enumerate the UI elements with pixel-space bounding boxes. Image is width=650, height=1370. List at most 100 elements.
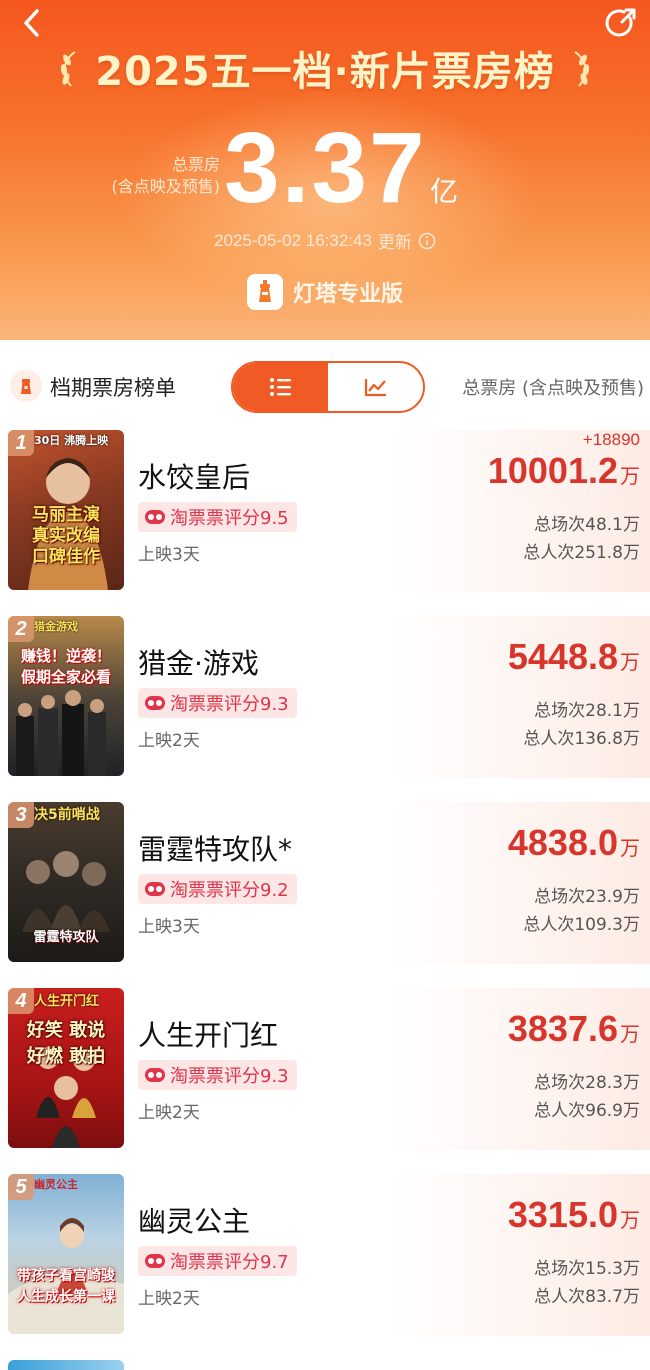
release-days: 上映3天	[138, 917, 200, 937]
movie-poster[interactable]: 猎金游戏 赚钱！逆袭！ 假期全家必看 2	[8, 616, 124, 776]
release-days: 上映2天	[138, 1103, 200, 1123]
poster-top-text: 幽灵公主	[34, 1178, 78, 1191]
total-label-line1: 总票房	[171, 155, 220, 174]
rating-text: 淘票票评分9.5	[170, 508, 289, 529]
poster-top-text: 决5前哨战	[34, 807, 100, 823]
back-button[interactable]	[14, 6, 48, 40]
movie-title[interactable]: 幽灵公主	[138, 1200, 250, 1240]
taopiaopiao-logo-icon	[145, 510, 165, 524]
gross-box-office: 4838.0 万	[508, 822, 640, 864]
rating-text: 淘票票评分9.3	[170, 1066, 289, 1087]
lighthouse-logo-icon	[246, 274, 283, 310]
movie-row[interactable]: 30日 沸腾上映 马丽主演 真实改编 口碑佳作 1 水饺皇后 淘票票评分9.5 …	[0, 430, 650, 616]
poster-tagline: 好笑 敢说 好燃 敢拍	[26, 1020, 106, 1067]
laurel-right-icon	[574, 51, 589, 87]
taopiaopiao-logo-icon	[145, 696, 165, 710]
movie-row[interactable]: 决5前哨战 雷霆特攻队 3 雷霆特攻队* 淘票票评分9.2 上映3天 4838.…	[0, 802, 650, 988]
rank-badge: 2	[8, 616, 34, 642]
rank-badge: 3	[8, 802, 34, 828]
movie-title[interactable]: 猎金·游戏	[138, 642, 259, 682]
gross-value: 4838.0	[507, 822, 618, 863]
taopiaopiao-logo-icon	[145, 1254, 165, 1268]
gross-value: 3315.0	[507, 1194, 618, 1235]
rating-badge: 淘票票评分9.5	[138, 502, 297, 532]
rank-badge: 1	[8, 430, 34, 456]
view-toggle[interactable]	[231, 361, 425, 413]
ranking-title: 档期票房榜单	[50, 376, 176, 400]
movie-title[interactable]: 人生开门红	[138, 1014, 278, 1054]
header-banner: 2025五一档·新片票房榜 总票房 (含点映及预售) 3.37 亿 2025-0…	[0, 0, 650, 340]
poster-tagline: 赚钱！逆袭！ 假期全家必看	[20, 647, 111, 686]
movie-row[interactable]: 幽灵公主 带孩子看宫崎骏 人生成长第一课 5 幽灵公主 淘票票评分9.7 上映2…	[0, 1174, 650, 1360]
chevron-left-icon	[24, 9, 39, 37]
gross-box-office: 10001.2 万	[488, 450, 640, 492]
ranking-toolbar: 档期票房榜单 总票房 (含点映及预售)	[0, 340, 650, 430]
poster-tagline: 雷霆特攻队	[33, 930, 99, 945]
trend-chart-icon	[364, 379, 386, 397]
taopiaopiao-logo-icon	[145, 882, 165, 896]
movie-row[interactable]: 人生开门红 好笑 敢说 好燃 敢拍 4 人生开门红 淘票票评分9.3 上映2天 …	[0, 988, 650, 1174]
update-label: 更新	[377, 233, 412, 253]
update-time: 2025-05-02 16:32:43	[214, 230, 372, 250]
total-shows: 总场次15.3万	[534, 1259, 640, 1279]
gross-unit: 万	[620, 1208, 640, 1232]
column-header-total: 总票房 (含点映及预售)	[462, 378, 644, 399]
gross-value: 10001.2	[487, 450, 618, 491]
gross-unit: 万	[620, 650, 640, 674]
laurel-left-icon	[61, 51, 76, 87]
movie-poster[interactable]: 人生开门红 好笑 敢说 好燃 敢拍 4	[8, 988, 124, 1148]
total-box-office: 总票房 (含点映及预售) 3.37 亿	[0, 118, 650, 218]
release-days: 上映2天	[138, 1289, 200, 1309]
movie-poster[interactable]: 幽灵公主 带孩子看宫崎骏 人生成长第一课 5	[8, 1174, 124, 1334]
release-days: 上映3天	[138, 545, 200, 565]
list-view-tab[interactable]	[233, 363, 328, 411]
gross-box-office: 5448.8 万	[508, 636, 640, 678]
rating-badge: 淘票票评分9.7	[138, 1246, 297, 1276]
movie-title[interactable]: 水饺皇后	[138, 456, 250, 496]
rank-badge: 4	[8, 988, 34, 1014]
rating-text: 淘票票评分9.7	[170, 1252, 289, 1273]
total-admissions: 总人次109.3万	[523, 915, 640, 935]
rating-text: 淘票票评分9.3	[170, 694, 289, 715]
total-shows: 总场次28.3万	[534, 1073, 640, 1093]
taopiaopiao-logo-icon	[145, 1068, 165, 1082]
total-shows: 总场次28.1万	[534, 701, 640, 721]
rating-text: 淘票票评分9.2	[170, 880, 289, 901]
total-label: 总票房 (含点映及预售)	[92, 154, 221, 198]
gross-box-office: 3837.6 万	[508, 1008, 640, 1050]
rating-badge: 淘票票评分9.2	[138, 874, 297, 904]
total-admissions: 总人次96.9万	[534, 1101, 640, 1121]
header-title-row: 2025五一档·新片票房榜	[0, 36, 650, 100]
gross-value: 3837.6	[507, 1008, 618, 1049]
update-info: 2025-05-02 16:32:43 更新	[0, 228, 650, 253]
rating-badge: 淘票票评分9.3	[138, 688, 297, 718]
brand-name: 灯塔专业版	[292, 282, 403, 307]
total-admissions: 总人次83.7万	[534, 1287, 640, 1307]
total-label-line2: (含点映及预售)	[111, 177, 221, 196]
gross-value: 5448.8	[507, 636, 618, 677]
total-unit: 亿	[430, 175, 459, 208]
movie-poster[interactable]: 决5前哨战 雷霆特攻队 3	[8, 802, 124, 962]
release-days: 上映2天	[138, 731, 200, 751]
poster-top-text: 猎金游戏	[34, 620, 78, 633]
poster-top-text: 30日 沸腾上映	[34, 434, 109, 447]
poster-tagline: 马丽主演 真实改编 口碑佳作	[32, 505, 100, 567]
poster-tagline: 带孩子看宫崎骏 人生成长第一课	[17, 1268, 115, 1305]
next-poster-peek	[8, 1360, 124, 1370]
total-shows: 总场次23.9万	[534, 887, 640, 907]
list-icon	[269, 378, 291, 396]
trend-view-tab[interactable]	[328, 363, 423, 411]
info-icon[interactable]	[418, 232, 436, 250]
movie-poster[interactable]: 30日 沸腾上映 马丽主演 真实改编 口碑佳作 1	[8, 430, 124, 590]
movie-row[interactable]: 猎金游戏 赚钱！逆袭！ 假期全家必看 2 猎金·游戏 淘票票评分9.3 上映2天…	[0, 616, 650, 802]
poster-top-text: 人生开门红	[34, 994, 100, 1009]
ranking-icon	[10, 370, 42, 402]
total-admissions: 总人次136.8万	[523, 729, 640, 749]
gross-unit: 万	[620, 1022, 640, 1046]
page-title: 2025五一档·新片票房榜	[95, 49, 555, 95]
rating-badge: 淘票票评分9.3	[138, 1060, 297, 1090]
gross-box-office: 3315.0 万	[508, 1194, 640, 1236]
gross-unit: 万	[620, 464, 640, 488]
total-value: 3.37	[224, 112, 427, 224]
movie-title[interactable]: 雷霆特攻队*	[138, 828, 292, 868]
